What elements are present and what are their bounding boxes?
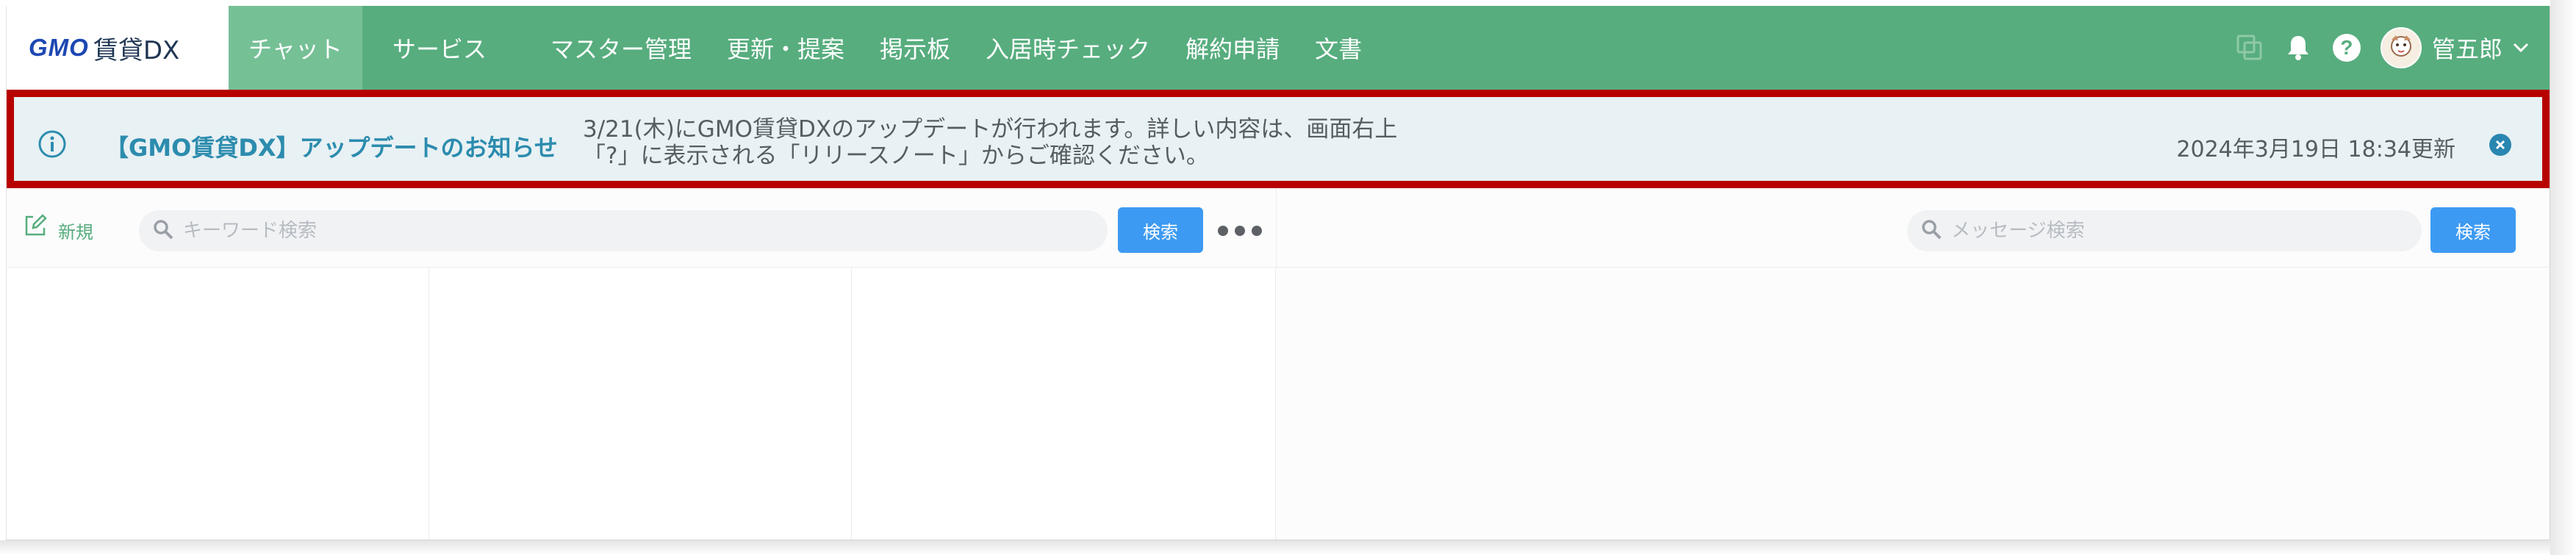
more-icon[interactable] xyxy=(1218,210,1262,251)
chat-content-area xyxy=(7,268,2550,540)
tab-chat-label: チャット xyxy=(248,35,342,63)
more-dot xyxy=(1252,226,1262,236)
more-dot xyxy=(1235,226,1245,236)
tab-services[interactable]: サービス xyxy=(362,6,517,90)
chat-list-column-3[interactable] xyxy=(852,268,1276,540)
search-icon xyxy=(1920,218,1942,243)
more-dot xyxy=(1218,226,1228,236)
avatar[interactable] xyxy=(2380,27,2422,68)
copy-icon[interactable] xyxy=(2234,32,2266,64)
close-icon[interactable] xyxy=(2489,134,2511,156)
user-name[interactable]: 管五郎 xyxy=(2432,31,2503,65)
menu-documents[interactable]: 文書 xyxy=(1315,31,1362,65)
logo-gmo-text: GMO xyxy=(29,34,89,61)
main-tabs: チャット サービス xyxy=(229,6,517,90)
window-shadow-bottom xyxy=(0,540,2576,555)
notice-updated-date: 2024年3月19日 18:34更新 xyxy=(2176,137,2455,162)
user-area: ? 管五郎 xyxy=(2217,6,2532,90)
keyword-search-button[interactable]: 検索 xyxy=(1118,207,1203,253)
message-pane[interactable] xyxy=(1276,268,2550,540)
edit-icon xyxy=(23,213,48,241)
brand-logo[interactable]: GMO 賃貸DX xyxy=(7,6,229,90)
tab-chat[interactable]: チャット xyxy=(229,6,362,90)
notice-message-line-1: 3/21(木)にGMO賃貸DXのアップデートが行われます。詳しい内容は、画面右上 xyxy=(583,116,1398,143)
main-menu: マスター管理 更新・提案 掲示板 入居時チェック 解約申請 文書 xyxy=(550,6,1397,90)
menu-cancellation-request[interactable]: 解約申請 xyxy=(1185,31,1280,65)
logo-product-text: 賃貸DX xyxy=(93,35,180,65)
top-navigation-bar: GMO 賃貸DX チャット サービス マスター管理 更新・提案 掲示板 入居時チ… xyxy=(7,6,2550,90)
info-icon xyxy=(37,129,67,159)
toolbar-divider xyxy=(1276,188,1277,268)
message-search-input[interactable] xyxy=(1950,219,2401,243)
bell-icon[interactable] xyxy=(2282,32,2314,64)
notice-message-line-2: 「?」に表示される「リリースノート」からご確認ください。 xyxy=(583,143,1209,169)
keyword-search-input[interactable] xyxy=(182,219,1041,243)
search-icon xyxy=(152,218,174,243)
help-glyph: ? xyxy=(2332,34,2361,62)
message-search-button[interactable]: 検索 xyxy=(2430,207,2516,253)
notice-title[interactable]: 【GMO賃貸DX】アップデートのお知らせ xyxy=(105,129,558,163)
message-search-box xyxy=(1907,210,2422,251)
menu-master-management[interactable]: マスター管理 xyxy=(550,31,692,65)
menu-bulletin-board[interactable]: 掲示板 xyxy=(880,31,950,65)
app-window: GMO 賃貸DX チャット サービス マスター管理 更新・提案 掲示板 入居時チ… xyxy=(6,6,2550,540)
new-chat-label: 新規 xyxy=(58,222,93,243)
new-chat-button[interactable]: 新規 xyxy=(23,210,93,243)
notice-message: 3/21(木)にGMO賃貸DXのアップデートが行われます。詳しい内容は、画面右上… xyxy=(583,116,1553,169)
chat-list-column-2[interactable] xyxy=(429,268,852,540)
chat-toolbar: 新規 検索 xyxy=(7,188,2550,268)
help-icon[interactable]: ? xyxy=(2331,32,2363,64)
chat-list-column-1[interactable] xyxy=(7,268,429,540)
window-shadow-right xyxy=(2550,0,2576,555)
menu-move-in-check[interactable]: 入居時チェック xyxy=(986,31,1150,65)
keyword-search-box xyxy=(139,210,1108,251)
tab-services-label: サービス xyxy=(392,35,487,63)
update-notice-banner: 【GMO賃貸DX】アップデートのお知らせ 3/21(木)にGMO賃貸DXのアップ… xyxy=(7,90,2550,188)
menu-renewal-proposal[interactable]: 更新・提案 xyxy=(727,31,844,65)
chevron-down-icon[interactable] xyxy=(2510,37,2532,59)
